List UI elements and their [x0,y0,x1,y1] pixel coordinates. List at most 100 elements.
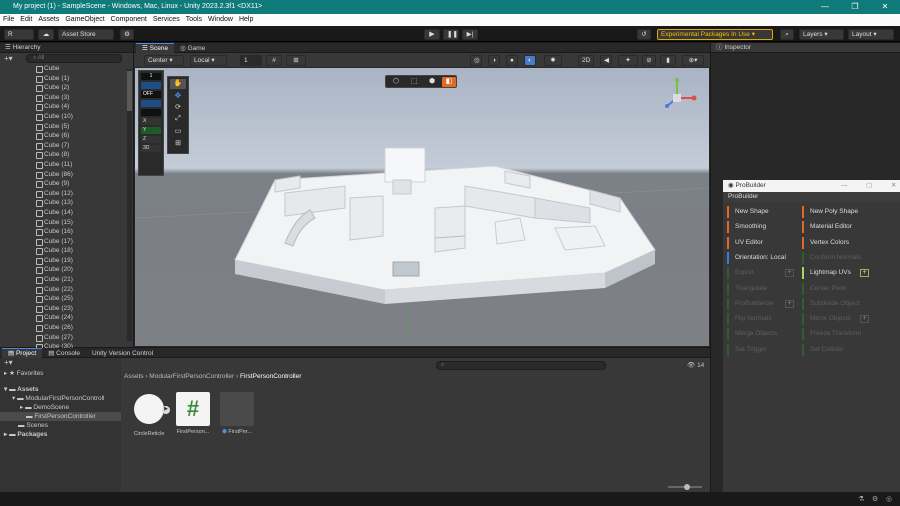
status-check-icon[interactable]: ◎ [886,495,892,503]
menu-assets[interactable]: Assets [35,14,62,26]
pb-button-material-editor[interactable]: Material Editor [802,221,872,234]
hierarchy-item[interactable]: Cube (86) [0,170,133,180]
history-icon[interactable]: ↺ [637,29,651,40]
pb-button-vertex-colors[interactable]: Vertex Colors [802,236,872,249]
lit-icon[interactable]: ◐ [524,55,536,66]
layers-dropdown[interactable]: Layers ▾ [799,29,844,40]
scene-viewport[interactable]: 1 OFF X Y Z 3D ✋ ✥ ⟳ ⤢ ▭ ⊞ ⬡ ⬚ ⬢ ◧ [134,68,710,346]
hand-tool-icon[interactable]: ✋ [170,79,186,89]
asset-store-button[interactable]: Asset Store [58,29,114,40]
pb-maximize-button[interactable]: ▢ [866,180,872,192]
menu-tools[interactable]: Tools [183,14,205,26]
grid-value-field[interactable]: 1 [240,55,262,66]
vertex-mode-icon[interactable]: ⬚ [407,77,421,87]
hierarchy-item[interactable]: Cube (1) [0,74,133,84]
rotate-tool-icon[interactable]: ⟳ [170,103,186,113]
asset-circlereticle[interactable]: ▶ CircleReticle [129,392,170,437]
pb-button-triangulate[interactable]: Triangulate [727,282,797,295]
project-search-input[interactable]: ⌕ [436,361,606,370]
gizmos-dropdown[interactable]: ⊕▾ [682,55,704,66]
play-icon[interactable]: ▶ [424,29,440,40]
hierarchy-item[interactable]: Cube (12) [0,189,133,199]
hierarchy-item[interactable]: Cube (16) [0,227,133,237]
grid-snap-icon[interactable]: # [266,55,282,66]
scale-tool-icon[interactable]: ⤢ [170,115,186,125]
space-dropdown[interactable]: Local ▾ [190,55,227,66]
hierarchy-item[interactable]: Cube (13) [0,198,133,208]
gizmo-icon[interactable]: ◎ [470,55,482,66]
tree-folder-modular[interactable]: ▾ ▬ ModularFirstPersonControll [0,394,121,403]
hierarchy-item[interactable]: Cube (25) [0,294,133,304]
project-add-icon[interactable]: +▾ [0,358,121,369]
breadcrumb-current[interactable]: FirstPersonController [240,373,301,380]
asset-prefab[interactable]: ⬢ FirstPer... [217,392,257,435]
tree-folder-scenes[interactable]: ▬ Scenes [0,421,121,430]
axis-y-toggle[interactable]: Y [141,127,161,134]
pb-button-subdivide-object[interactable]: Subdivide Object [802,297,872,310]
pb-button-set-trigger[interactable]: Set Trigger [727,343,797,356]
menu-file[interactable]: File [0,14,17,26]
breadcrumb-assets[interactable]: Assets [124,373,144,380]
pb-button-new-shape[interactable]: New Shape [727,206,797,218]
cloud-icon[interactable]: ☁ [38,29,54,40]
pb-button-freeze-transform[interactable]: Freeze Transform [802,328,872,341]
pb-button-new-poly-shape[interactable]: New Poly Shape [802,206,872,218]
pb-options-icon[interactable]: + [860,269,869,278]
transform-tool-icon[interactable]: ⊞ [170,139,186,149]
hierarchy-item[interactable]: Cube (2) [0,83,133,93]
axis-x-toggle[interactable]: X [141,118,161,125]
tree-folder-fpc[interactable]: ▬ FirstPersonController [0,412,121,421]
object-mode-icon[interactable]: ⬡ [389,77,403,87]
pb-options-icon[interactable]: + [785,299,794,308]
edge-mode-icon[interactable]: ⬢ [425,77,439,87]
pause-icon[interactable]: ❚❚ [443,29,459,40]
mode-2d-toggle[interactable]: 2D [578,55,594,66]
hierarchy-item[interactable]: Cube (6) [0,131,133,141]
add-icon[interactable]: +▾ [4,54,13,63]
move-tool-icon[interactable]: ✥ [170,91,186,101]
minimize-button[interactable]: — [810,0,840,14]
packages-folder[interactable]: ▸ ▬ Packages [0,430,121,439]
search-icon[interactable]: ⌕ [780,29,794,40]
hierarchy-item[interactable]: Cube (18) [0,246,133,256]
menu-edit[interactable]: Edit [17,14,35,26]
face-mode-icon[interactable]: ◧ [442,77,456,87]
pivot-dropdown[interactable]: Center ▾ [144,55,184,66]
breadcrumb-modular[interactable]: ModularFirstPersonController [149,373,234,380]
pb-button-center-pivot[interactable]: Center Pivot [802,282,872,295]
hierarchy-item[interactable]: Cube (3) [0,93,133,103]
pb-button-uv-editor[interactable]: UV Editor [727,236,797,249]
asset-script[interactable]: # FirstPerson... [173,392,213,435]
hierarchy-item[interactable]: Cube (22) [0,285,133,295]
settings-icon[interactable]: ⚙ [120,29,134,40]
step-icon[interactable]: ▶| [462,29,478,40]
hierarchy-item[interactable]: Cube (15) [0,218,133,228]
rect-tool-icon[interactable]: ▭ [170,127,186,137]
hierarchy-item[interactable]: Cube (11) [0,160,133,170]
pb-close-button[interactable]: ✕ [891,180,896,192]
tab-project[interactable]: ▤ Project [2,348,43,358]
axis-z-toggle[interactable]: Z [141,136,161,143]
tree-folder-demoscene[interactable]: ▸ ▬ DemoScene [0,403,121,412]
pb-button-smoothing[interactable]: Smoothing [727,221,797,234]
pb-button-set-collider[interactable]: Set Collider [802,343,872,356]
favorites-folder[interactable]: ▸ ★ Favorites [0,369,121,378]
pb-button-flip-normals[interactable]: Flip Normals [727,313,797,326]
hierarchy-item[interactable]: Cube (5) [0,122,133,132]
hierarchy-item[interactable]: Cube (10) [0,112,133,122]
hierarchy-scrollbar[interactable] [127,69,132,341]
menu-help[interactable]: Help [236,14,256,26]
pb-button-conform-normals[interactable]: Conform Normals [802,251,872,264]
hierarchy-item[interactable]: Cube (26) [0,323,133,333]
experimental-packages-button[interactable]: Experimental Packages In Use ▾ [657,29,773,40]
assets-folder[interactable]: ▾ ▬ Assets [0,385,121,394]
orientation-gizmo-icon[interactable] [657,76,701,116]
pb-button-orientation-local[interactable]: Orientation: Local [727,251,797,264]
off-toggle[interactable]: OFF [141,91,161,98]
menu-window[interactable]: Window [205,14,236,26]
hierarchy-item[interactable]: Cube (8) [0,150,133,160]
hierarchy-item[interactable]: Cube (14) [0,208,133,218]
camera-icon[interactable]: ▮ [660,55,676,66]
shaded-icon[interactable]: ● [506,55,518,66]
hierarchy-item[interactable]: Cube (7) [0,141,133,151]
